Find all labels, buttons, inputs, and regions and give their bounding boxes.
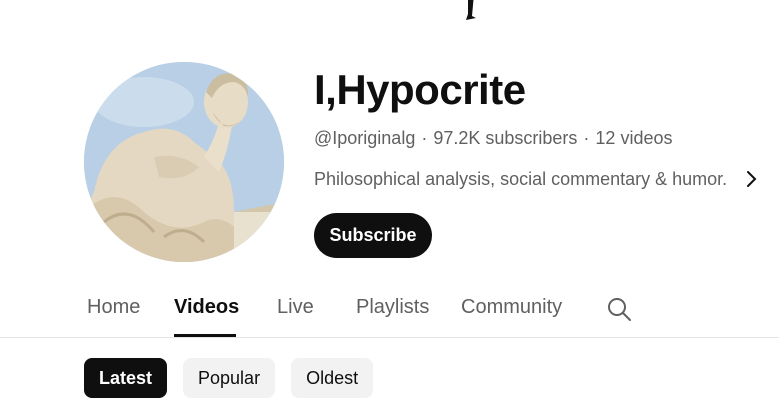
subscribe-button[interactable]: Subscribe — [314, 213, 432, 258]
sort-filter-chips: Latest Popular Oldest — [84, 358, 374, 398]
tab-live[interactable]: Live — [277, 296, 314, 319]
chip-oldest[interactable]: Oldest — [291, 358, 374, 398]
banner-fragment — [466, 0, 476, 20]
channel-meta: @Iporiginalg · 97.2K subscribers · 12 videos — [314, 128, 672, 149]
tab-home[interactable]: Home — [87, 296, 140, 319]
chevron-right-icon[interactable] — [741, 169, 761, 189]
subscriber-count: 97.2K subscribers — [433, 128, 578, 148]
channel-tabs: Home Videos Live Playlists Community — [0, 284, 779, 338]
active-tab-indicator — [174, 334, 236, 337]
meta-separator: · — [421, 128, 428, 148]
search-icon[interactable] — [606, 296, 632, 322]
video-count: 12 videos — [595, 128, 673, 148]
channel-description-row[interactable]: Philosophical analysis, social commentar… — [314, 168, 761, 190]
tab-videos[interactable]: Videos — [174, 296, 239, 319]
tab-community[interactable]: Community — [461, 296, 562, 319]
tab-playlists[interactable]: Playlists — [356, 296, 429, 319]
chip-popular[interactable]: Popular — [183, 358, 276, 398]
channel-handle: @Iporiginalg — [314, 128, 416, 148]
chip-latest[interactable]: Latest — [84, 358, 168, 398]
channel-avatar[interactable] — [84, 62, 284, 262]
channel-name: I,Hypocrite — [314, 66, 526, 113]
channel-description: Philosophical analysis, social commentar… — [314, 168, 728, 189]
statue-avatar-image — [84, 62, 284, 262]
meta-separator: · — [583, 128, 590, 148]
